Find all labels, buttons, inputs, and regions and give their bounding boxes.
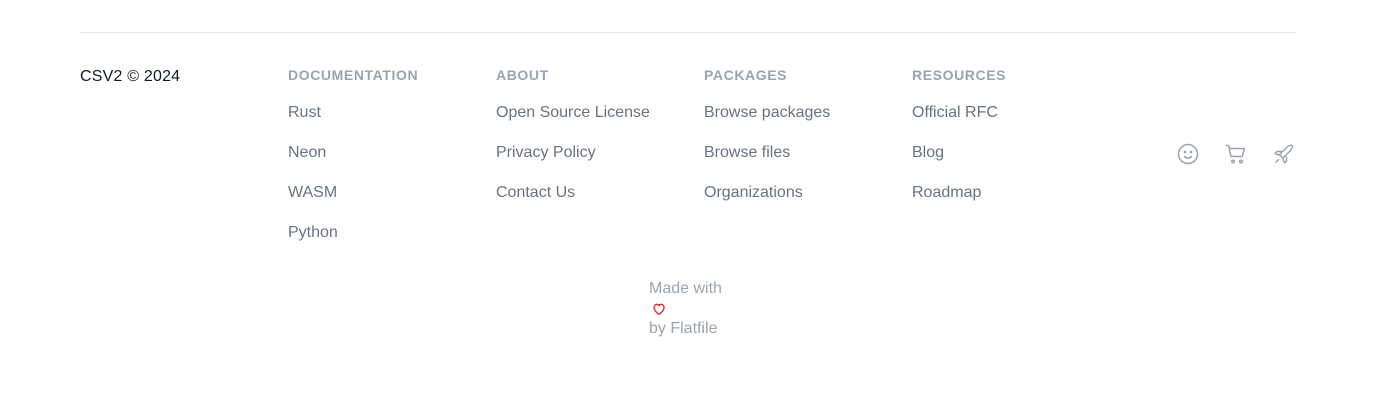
made-with-credit: Made with by Flatfile: [649, 279, 722, 339]
link-list: Official RFC Blog Roadmap: [912, 103, 1112, 223]
made-with-label: Made with: [649, 280, 722, 297]
footer-link-blog[interactable]: Blog: [912, 143, 944, 163]
footer-link-browse-files[interactable]: Browse files: [704, 143, 790, 163]
footer-link-browse-packages[interactable]: Browse packages: [704, 103, 830, 123]
footer-link-license[interactable]: Open Source License: [496, 103, 650, 123]
list-item: WASM: [288, 183, 488, 223]
footer-link-neon[interactable]: Neon: [288, 143, 326, 163]
site-footer: CSV2 © 2024 Documentation Rust Neon WASM…: [0, 0, 1376, 405]
column-heading: About: [496, 67, 549, 83]
footer-column-resources: Resources Official RFC Blog Roadmap: [912, 65, 1112, 223]
footer-link-wasm[interactable]: WASM: [288, 183, 337, 203]
list-item: Browse packages: [704, 103, 904, 143]
column-heading: Packages: [704, 67, 788, 83]
made-by-label: by: [649, 320, 671, 337]
footer-column-packages: Packages Browse packages Browse files Or…: [704, 65, 904, 223]
list-item: Browse files: [704, 143, 904, 183]
footer-column-about: About Open Source License Privacy Policy…: [496, 65, 696, 223]
footer-divider: [80, 32, 1296, 33]
column-heading: Resources: [912, 67, 1007, 83]
flatfile-link[interactable]: Flatfile: [670, 320, 717, 337]
list-item: Official RFC: [912, 103, 1112, 143]
heart-icon: [651, 299, 671, 319]
list-item: Python: [288, 223, 488, 263]
rocket-icon[interactable]: [1272, 142, 1296, 166]
list-item: Neon: [288, 143, 488, 183]
footer-link-rfc[interactable]: Official RFC: [912, 103, 998, 123]
link-list: Rust Neon WASM Python: [288, 103, 488, 263]
column-heading: Documentation: [288, 67, 419, 83]
footer-link-contact[interactable]: Contact Us: [496, 183, 575, 203]
list-item: Roadmap: [912, 183, 1112, 223]
footer-brand: CSV2 © 2024: [80, 68, 181, 85]
list-item: Privacy Policy: [496, 143, 696, 183]
shopping-cart-icon[interactable]: [1224, 142, 1248, 166]
smiley-icon[interactable]: [1176, 142, 1200, 166]
footer-link-privacy[interactable]: Privacy Policy: [496, 143, 596, 163]
list-item: Rust: [288, 103, 488, 143]
made-by-line: by Flatfile: [649, 319, 722, 339]
footer-column-documentation: Documentation Rust Neon WASM Python: [288, 65, 488, 263]
link-list: Browse packages Browse files Organizatio…: [704, 103, 904, 223]
footer-link-organizations[interactable]: Organizations: [704, 183, 803, 203]
link-list: Open Source License Privacy Policy Conta…: [496, 103, 696, 223]
footer-link-roadmap[interactable]: Roadmap: [912, 183, 981, 203]
list-item: Blog: [912, 143, 1112, 183]
list-item: Contact Us: [496, 183, 696, 223]
footer-link-python[interactable]: Python: [288, 223, 338, 243]
social-icons: [1176, 142, 1296, 166]
list-item: Open Source License: [496, 103, 696, 143]
list-item: Organizations: [704, 183, 904, 223]
footer-link-rust[interactable]: Rust: [288, 103, 321, 123]
